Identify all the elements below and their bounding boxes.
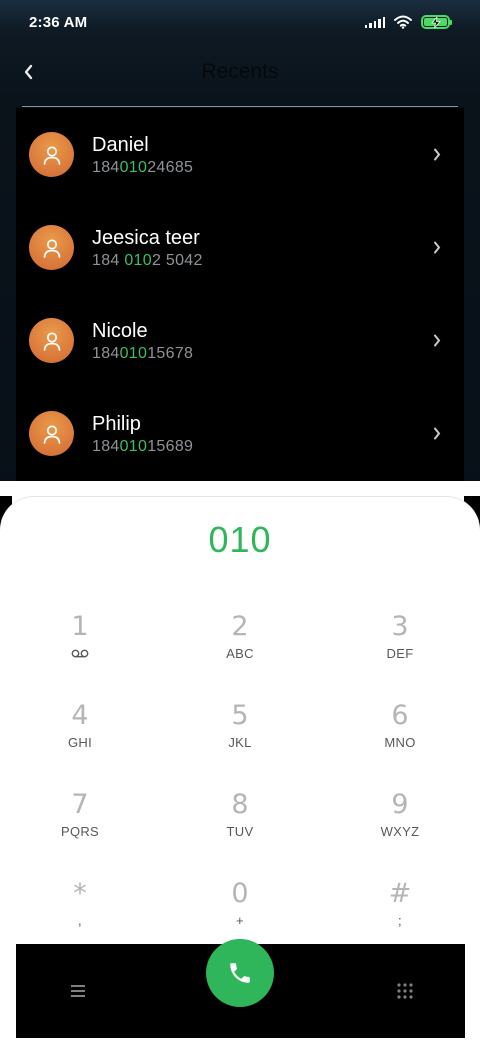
page-title: Recents [201,60,279,83]
key-9[interactable]: 9 WXYZ [320,785,480,874]
key-digit: 0 [231,878,249,909]
dialed-number[interactable]: 010 [0,519,480,561]
contact-number: 184 0102 5042 [92,252,203,270]
person-icon [43,424,60,444]
contact-item[interactable]: Nicole 18401015678 [16,294,464,387]
status-bar: 2:36 AM [0,0,480,44]
voicemail-icon [71,649,89,658]
key-digit: 9 [391,789,409,820]
key-digit: # [388,878,412,909]
contact-item[interactable]: Jeesica teer 184 0102 5042 [16,201,464,294]
header: Recents [0,50,480,94]
contact-item[interactable]: Daniel 18401024685 [16,108,464,201]
number-suffix: 24685 [147,158,194,176]
key-digit: 2 [231,611,249,642]
contact-suggestions-list: Daniel 18401024685 Jeesica teer 184 0102… [16,108,464,482]
contact-name: Jeesica teer [92,226,200,249]
person-icon [43,331,60,351]
number-prefix: 184 [92,158,120,176]
key-4[interactable]: 4 GHI [0,696,160,785]
key-5[interactable]: 5 JKL [160,696,320,785]
number-suffix: 15689 [147,437,194,455]
contact-name: Nicole [92,319,148,342]
key-letters: JKL [228,735,252,750]
key-7[interactable]: 7 PQRS [0,785,160,874]
number-prefix: 184 [92,251,125,269]
chevron-right-icon[interactable] [432,147,442,163]
chevron-right-icon[interactable] [432,240,442,256]
key-letters: + [236,913,244,928]
key-1[interactable]: 1 [0,607,160,696]
contact-number: 18401024685 [92,159,193,177]
contact-text: Jeesica teer 184 0102 5042 [92,226,203,270]
chevron-left-icon [24,64,33,80]
call-button[interactable] [206,939,274,1007]
key-letters: TUV [226,824,254,839]
number-match: 010 [124,251,152,269]
key-2[interactable]: 2 ABC [160,607,320,696]
key-6[interactable]: 6 MNO [320,696,480,785]
phone-icon [230,963,250,983]
status-time: 2:36 AM [29,13,88,31]
contact-text: Daniel 18401024685 [92,133,193,177]
chevron-right-icon[interactable] [432,333,442,349]
key-digit: 7 [71,789,89,820]
chevron-right-icon[interactable] [432,426,442,442]
contact-item[interactable]: Philip 18401015689 [16,387,464,480]
key-digit: 4 [71,700,89,731]
avatar [29,318,74,363]
contact-name: Daniel [92,133,149,156]
status-icons [364,15,452,29]
number-prefix: 184 [92,437,120,455]
dialpad-icon[interactable] [395,981,415,1001]
key-letters: PQRS [60,824,100,839]
key-letters: DEF [386,646,414,661]
key-3[interactable]: 3 DEF [320,607,480,696]
key-digit: 3 [391,611,409,642]
contact-number: 18401015678 [92,345,193,363]
avatar [29,225,74,270]
number-match: 010 [119,344,148,362]
avatar [29,411,74,456]
person-icon [43,238,60,258]
contact-name: Philip [92,412,141,435]
key-letters: MNO [384,735,416,750]
key-letters: , [78,913,82,928]
key-digit: 6 [391,700,409,731]
key-digit: 1 [71,611,89,642]
key-letters: ; [398,913,402,928]
keypad: 1 2 ABC 3 DEF 4 GHI 5 JKL 6 MNO 7 PQRS 8… [0,607,480,963]
menu-icon[interactable] [68,981,88,1001]
header-divider [22,106,458,107]
key-digit: * [73,878,87,909]
back-button[interactable] [14,58,42,86]
key-letters: ABC [226,646,254,661]
number-prefix: 184 [92,344,120,362]
contact-text: Nicole 18401015678 [92,319,193,363]
key-digit: 8 [231,789,249,820]
contact-number: 18401015689 [92,438,193,456]
key-letters: GHI [67,735,92,750]
avatar [29,132,74,177]
signal-icon [364,16,385,28]
wifi-icon [394,15,412,29]
number-suffix: 2 5042 [151,251,203,269]
battery-charging-icon [421,15,452,29]
number-match: 010 [119,158,148,176]
number-match: 010 [119,437,148,455]
contact-text: Philip 18401015689 [92,412,193,456]
person-icon [43,145,60,165]
key-letters: WXYZ [380,824,420,839]
number-suffix: 15678 [147,344,194,362]
key-8[interactable]: 8 TUV [160,785,320,874]
key-digit: 5 [231,700,249,731]
